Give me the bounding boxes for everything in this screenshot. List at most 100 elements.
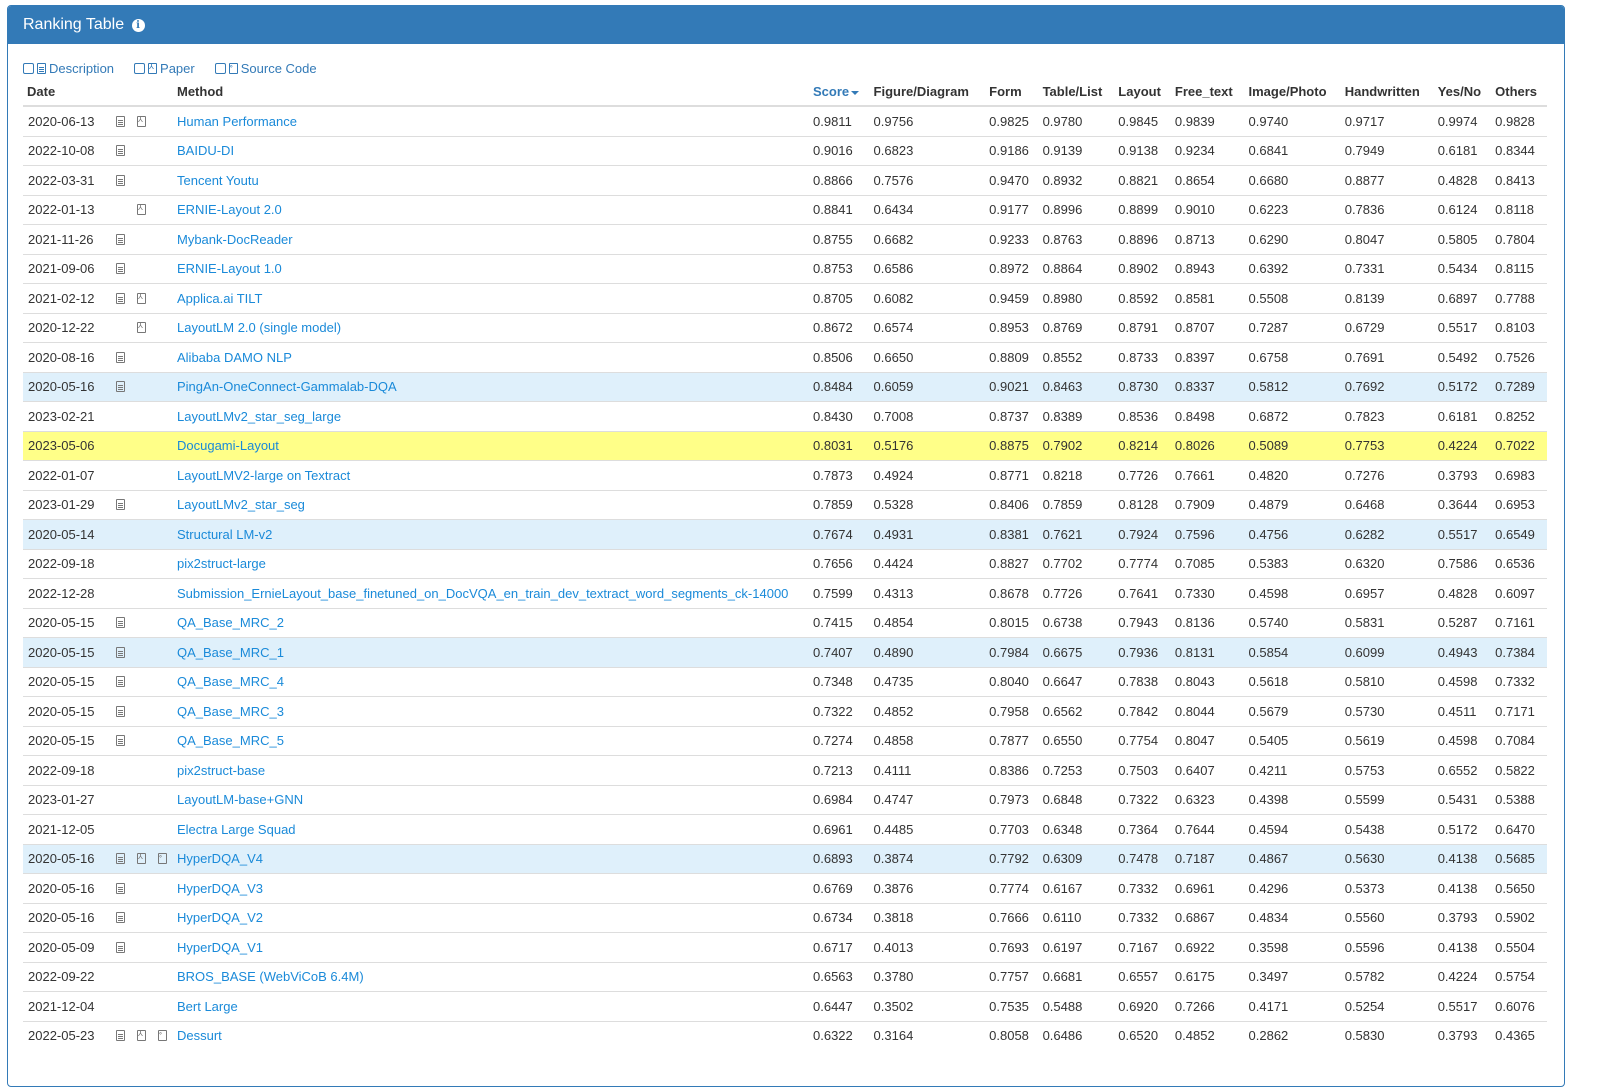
description-doc-icon[interactable] [116,735,125,747]
method-link[interactable]: Tencent Youtu [177,173,259,188]
method-link[interactable]: LayoutLMv2_star_seg_large [177,409,341,424]
method-link[interactable]: Dessurt [177,1028,222,1043]
method-link[interactable]: Electra Large Squad [177,822,296,837]
pdf-icon[interactable] [137,292,146,304]
method-link[interactable]: Submission_ErnieLayout_base_finetuned_on… [177,586,788,601]
method-link[interactable]: Alibaba DAMO NLP [177,350,292,365]
description-doc-icon[interactable] [116,174,125,186]
method-link[interactable]: PingAn-OneConnect-Gammalab-DQA [177,379,397,394]
method-link[interactable]: QA_Base_MRC_5 [177,733,284,748]
cell-figure-diagram: 0.4931 [869,519,986,549]
method-link[interactable]: ERNIE-Layout 2.0 [177,202,282,217]
paper-checkbox[interactable] [134,63,146,74]
cell-handwritten: 0.5254 [1340,991,1434,1021]
cell-table-list: 0.6486 [1038,1020,1115,1050]
description-doc-icon[interactable] [116,233,125,245]
description-doc-icon[interactable] [116,882,125,894]
description-doc-icon[interactable] [116,705,125,717]
method-link[interactable]: HyperDQA_V3 [177,881,263,896]
pdf-icon[interactable] [137,1029,146,1042]
code-file-icon[interactable] [158,853,167,865]
col-date[interactable]: Date [23,82,110,107]
method-link[interactable]: Human Performance [177,114,297,129]
cell-image-photo: 0.6680 [1244,165,1341,195]
method-link[interactable]: HyperDQA_V4 [177,851,263,866]
method-link[interactable]: BAIDU-DI [177,143,234,158]
pdf-icon[interactable] [137,203,146,216]
pdf-icon[interactable] [137,115,146,127]
method-link[interactable]: Docugami-Layout [177,438,279,453]
cell-free-text: 0.7644 [1170,814,1245,844]
cell-free-text: 0.9234 [1170,135,1245,166]
table-row: 2020-05-15 QA_Base_MRC_2 0.7415 0.4854 0.801… [23,607,1547,638]
description-doc-icon[interactable] [116,292,125,304]
filter-source-code[interactable]: Source Code [214,61,317,76]
description-doc-icon[interactable] [116,381,125,393]
col-image-photo[interactable]: Image/Photo [1244,82,1341,107]
description-doc-icon[interactable] [116,499,125,511]
description-checkbox[interactable] [23,63,34,74]
method-link[interactable]: Applica.ai TILT [177,291,263,306]
col-layout[interactable]: Layout [1114,82,1171,107]
filter-description[interactable]: Description [23,61,114,76]
method-link[interactable]: BROS_BASE (WebViCoB 6.4M) [177,969,364,984]
cell-table-list: 0.6675 [1038,637,1115,667]
method-link[interactable]: LayoutLMV2-large on Textract [177,468,350,483]
method-link[interactable]: pix2struct-base [177,763,265,778]
method-link[interactable]: Structural LM-v2 [177,527,272,542]
method-link[interactable]: QA_Base_MRC_1 [177,645,284,660]
description-doc-icon[interactable] [116,853,125,865]
code-file-icon[interactable] [158,1030,167,1042]
method-link[interactable]: ERNIE-Layout 1.0 [177,261,282,276]
col-table-list[interactable]: Table/List [1038,82,1115,107]
method-link[interactable]: LayoutLM 2.0 (single model) [177,320,341,335]
cell-table-list: 0.6647 [1038,666,1115,697]
description-doc-icon[interactable] [116,145,125,157]
description-doc-icon[interactable] [116,676,125,688]
description-doc-icon[interactable] [116,646,125,658]
col-handwritten[interactable]: Handwritten [1340,82,1434,107]
method-link[interactable]: pix2struct-large [177,556,266,571]
description-doc-icon[interactable] [116,115,125,127]
cell-image-photo: 0.4398 [1244,784,1341,815]
description-doc-icon[interactable] [116,912,125,924]
cell-table-list: 0.6309 [1038,843,1115,874]
row-links [110,165,173,195]
method-link[interactable]: LayoutLM-base+GNN [177,792,303,807]
col-method[interactable]: Method [173,82,809,107]
source-code-checkbox[interactable] [214,63,226,74]
col-score[interactable]: Score [809,82,870,107]
description-doc-icon[interactable] [116,351,125,363]
method-link[interactable]: QA_Base_MRC_4 [177,674,284,689]
method-link[interactable]: LayoutLMv2_star_seg [177,497,305,512]
description-doc-icon[interactable] [116,941,125,953]
filter-source-code-label: Source Code [240,61,317,76]
col-others[interactable]: Others [1491,82,1547,107]
cell-layout: 0.7726 [1114,460,1171,490]
row-date: 2021-12-05 [23,814,110,844]
col-figure-diagram[interactable]: Figure/Diagram [869,82,986,107]
pdf-icon[interactable] [137,852,146,865]
col-yes-no[interactable]: Yes/No [1433,82,1492,107]
info-circle-icon[interactable]: i [131,19,145,32]
col-form[interactable]: Form [985,82,1039,107]
table-row: 2023-05-06 Docugami-Layout 0.8031 0.5176 0.8… [23,430,1547,461]
cell-form: 0.9233 [985,224,1039,254]
method-link[interactable]: HyperDQA_V1 [177,940,263,955]
cell-yes-no: 0.5287 [1433,607,1492,638]
cell-figure-diagram: 0.4924 [869,460,986,490]
pdf-icon[interactable] [137,321,146,334]
method-link[interactable]: QA_Base_MRC_2 [177,615,284,630]
cell-yes-no: 0.4511 [1433,696,1492,726]
row-links [110,253,173,284]
method-link[interactable]: Mybank-DocReader [177,232,293,247]
filter-paper[interactable]: Paper [134,61,195,76]
description-doc-icon[interactable] [116,1030,125,1042]
col-free-text[interactable]: Free_text [1170,82,1245,107]
method-link[interactable]: QA_Base_MRC_3 [177,704,284,719]
method-link[interactable]: Bert Large [177,999,238,1014]
method-link[interactable]: HyperDQA_V2 [177,910,263,925]
description-doc-icon[interactable] [116,617,125,629]
description-doc-icon[interactable] [116,263,125,275]
cell-layout: 0.8214 [1114,430,1171,461]
